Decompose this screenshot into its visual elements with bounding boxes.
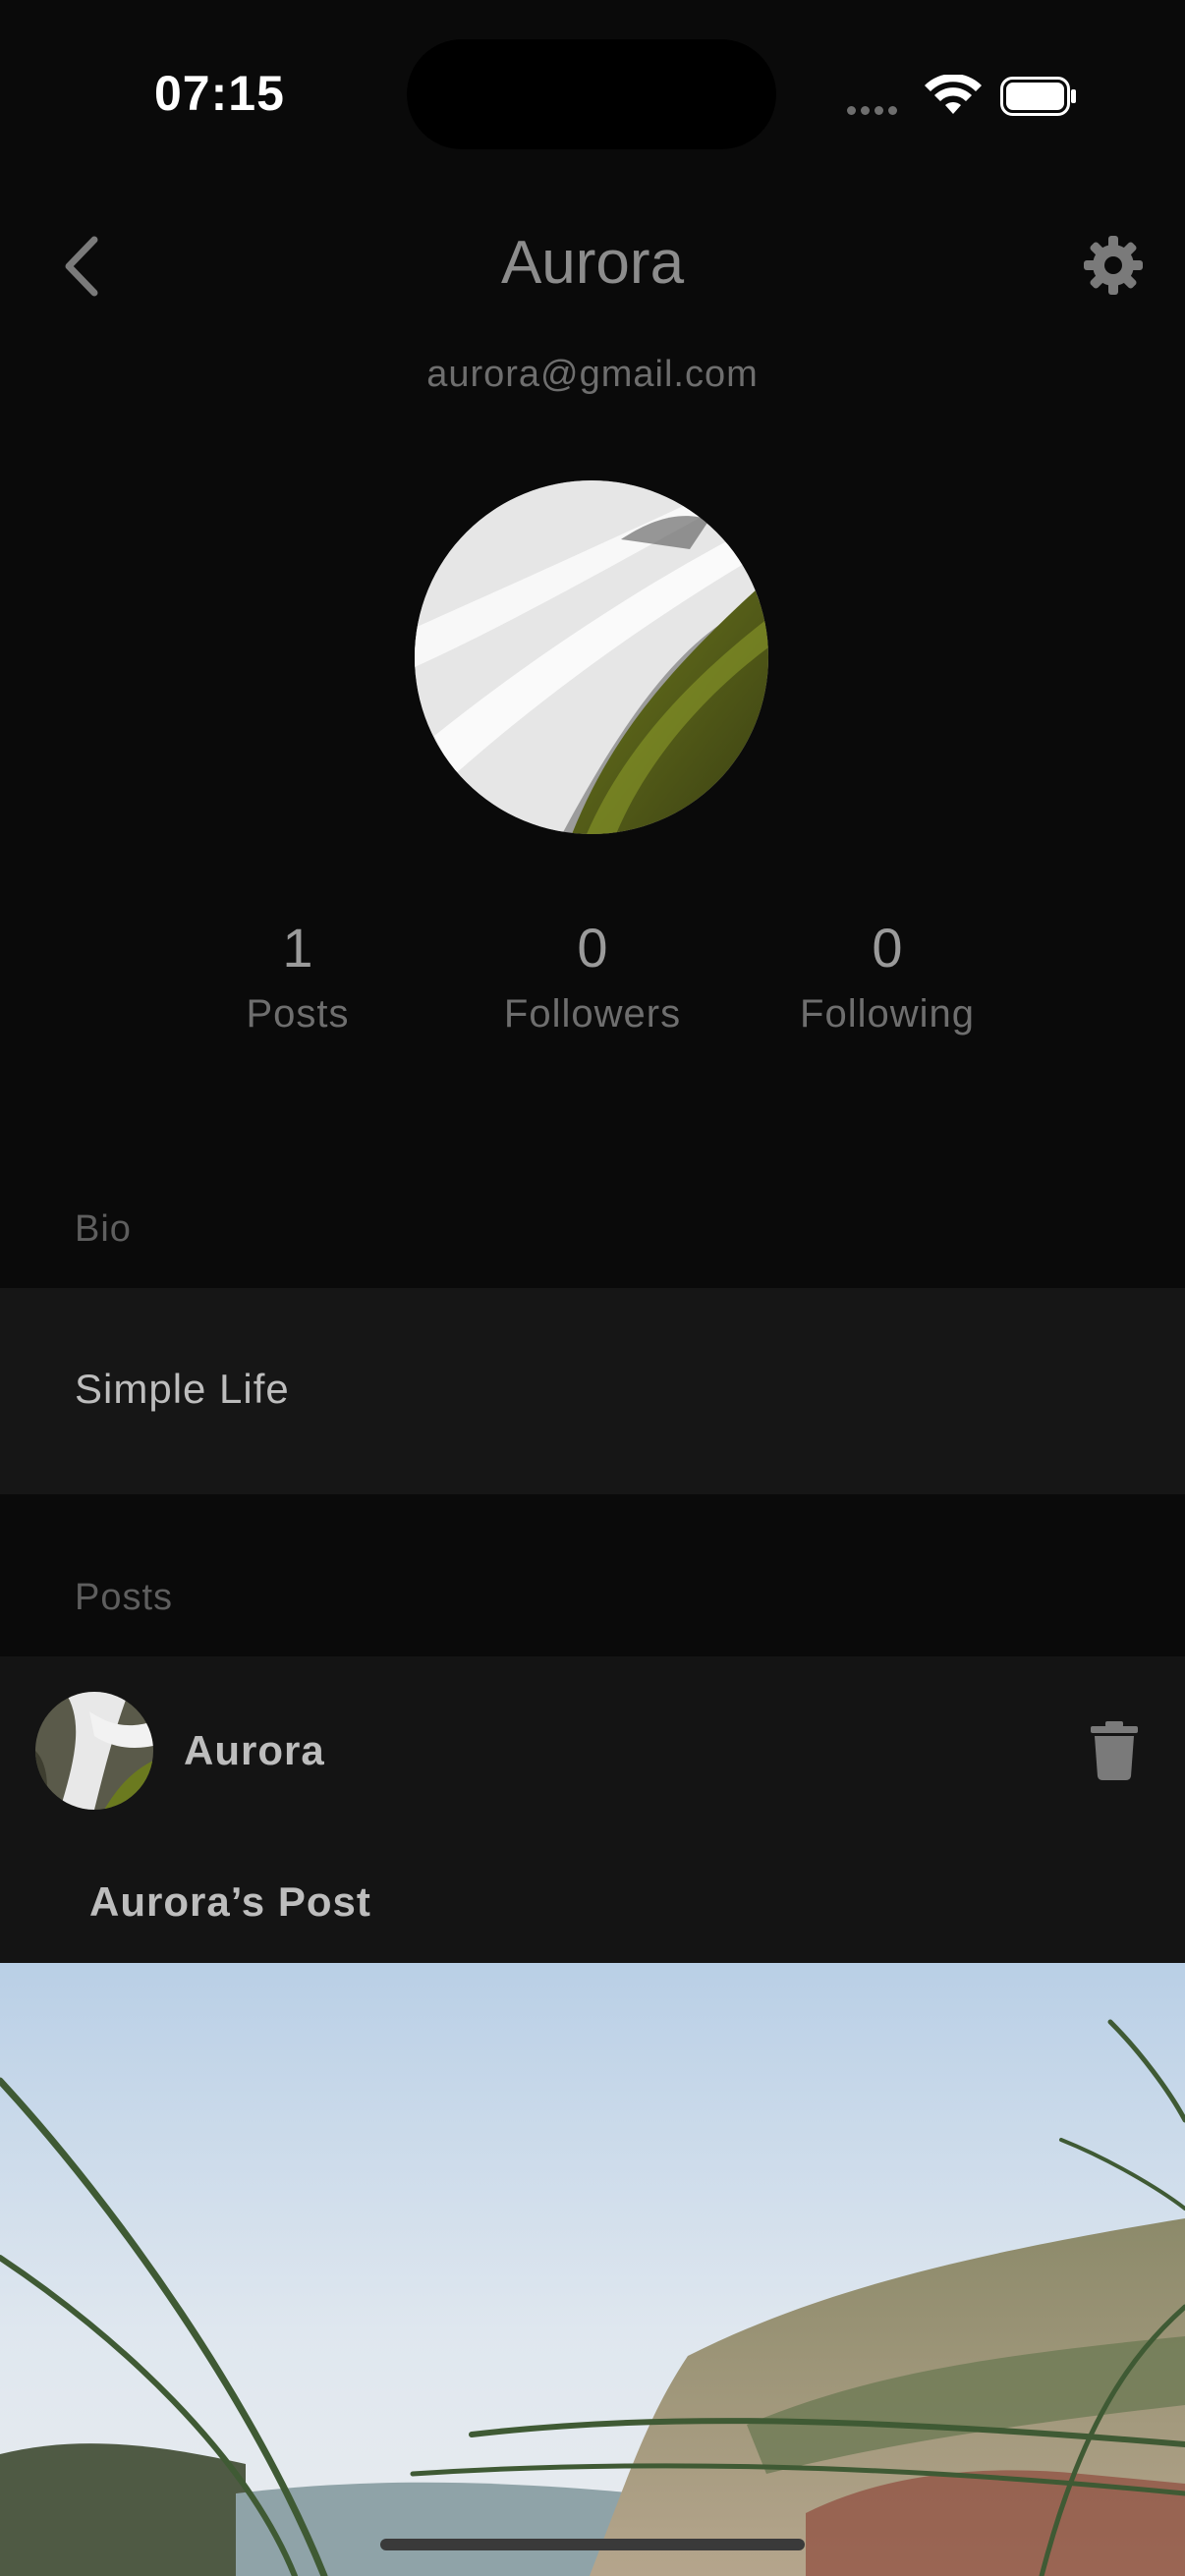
stat-posts[interactable]: 1 Posts bbox=[150, 914, 445, 1041]
gear-icon[interactable] bbox=[1084, 236, 1143, 295]
waterfall-photo bbox=[415, 480, 768, 834]
stat-label: Posts bbox=[246, 992, 350, 1036]
cellular-signal-icon bbox=[847, 102, 902, 120]
stat-value: 1 bbox=[282, 917, 313, 979]
battery-icon bbox=[1000, 77, 1076, 116]
trash-icon[interactable] bbox=[1089, 1721, 1140, 1780]
stat-followers[interactable]: 0 Followers bbox=[445, 914, 740, 1041]
post-title: Aurora’s Post bbox=[89, 1878, 371, 1925]
bio-text: Simple Life bbox=[75, 1366, 290, 1412]
beach-grass-photo bbox=[0, 1963, 1185, 2576]
posts-section-label: Posts bbox=[75, 1577, 174, 1618]
stat-label: Followers bbox=[503, 992, 682, 1036]
waterfall-thumbnail bbox=[35, 1692, 153, 1810]
wifi-icon bbox=[925, 75, 982, 114]
stat-following[interactable]: 0 Following bbox=[740, 914, 1035, 1041]
profile-title: Aurora bbox=[500, 229, 685, 297]
post-author-name[interactable]: Aurora bbox=[184, 1727, 325, 1774]
status-time: 07:15 bbox=[154, 66, 285, 121]
stat-value: 0 bbox=[872, 917, 903, 979]
post-image[interactable] bbox=[0, 1963, 1185, 2576]
profile-avatar[interactable] bbox=[415, 480, 768, 834]
stat-value: 0 bbox=[577, 917, 608, 979]
dynamic-island bbox=[407, 39, 776, 149]
profile-email: aurora@gmail.com bbox=[426, 354, 759, 395]
stat-label: Following bbox=[800, 992, 975, 1036]
bio-section-label: Bio bbox=[75, 1208, 132, 1250]
post-author-avatar[interactable] bbox=[35, 1692, 153, 1810]
home-indicator[interactable] bbox=[380, 2539, 805, 2550]
